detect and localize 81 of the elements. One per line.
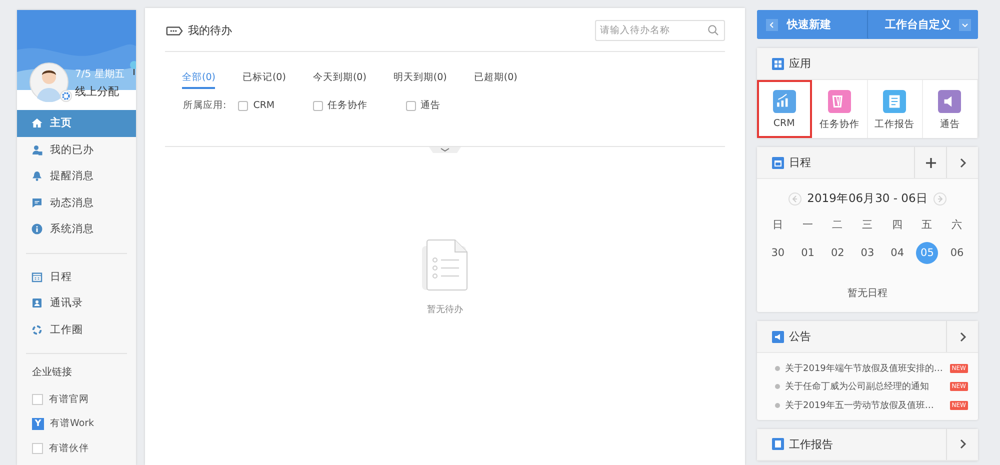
nav-item[interactable]: 我的已办	[17, 136, 136, 163]
empty-message: 暂无日程	[846, 286, 888, 301]
app-tile[interactable]: CRM	[757, 80, 812, 138]
next-week-icon	[932, 192, 947, 206]
calendar-day[interactable]: 02	[826, 242, 849, 264]
calendar-day[interactable]: 01	[796, 242, 819, 264]
checkbox-label: 任务协作	[328, 99, 368, 112]
filter-tab[interactable]: 今天到期(0)	[312, 70, 366, 89]
avatar	[29, 62, 69, 102]
blank-icon	[32, 394, 43, 405]
user-name: 线上分配	[75, 84, 120, 99]
filter-tab[interactable]: 已超期(0)	[474, 70, 518, 89]
notice-link[interactable]: 关于2019年端午节放假及值班安排的…	[785, 362, 945, 375]
calendar-day[interactable]: 04	[886, 242, 908, 264]
weekday-label: 二	[832, 218, 844, 232]
chevron-left-icon	[766, 18, 778, 30]
bullet-icon	[775, 402, 780, 408]
card-title: 工作报告	[789, 436, 833, 452]
panel-title: 我的待办	[188, 23, 232, 38]
calendar-day[interactable]: 30	[766, 242, 789, 264]
app-tile[interactable]: 任务协作	[812, 80, 868, 138]
link[interactable]: 有谱官网	[49, 392, 89, 406]
logo-icon: Y	[32, 418, 44, 430]
report-icon	[772, 438, 784, 450]
weekday-label: 一	[802, 218, 814, 232]
nav-item[interactable]: 工作圈	[17, 316, 136, 343]
search-icon	[707, 24, 720, 37]
weekday-label: 日	[772, 218, 784, 232]
search-field[interactable]: 请输入待办名称	[595, 20, 725, 41]
weekday-label: 三	[862, 218, 873, 232]
calendar-day[interactable]: 03	[856, 242, 878, 264]
pin-icon	[130, 61, 136, 76]
plus-icon	[924, 156, 936, 168]
person-icon	[31, 144, 43, 156]
weekday-label: 四	[892, 218, 903, 232]
notice-link[interactable]: 关于2019年五一劳动节放假及值班…	[785, 398, 945, 412]
ring-icon	[31, 324, 43, 336]
week-range: 2019年06月30 - 06日	[807, 191, 928, 206]
filter-tab[interactable]: 明天到期(0)	[393, 70, 447, 89]
weekday-label: 六	[952, 218, 963, 232]
nav-item[interactable]: 通讯录	[17, 290, 136, 316]
checkbox-label: CRM	[253, 100, 275, 111]
checkbox-label: 通告	[420, 99, 441, 112]
bullet-icon	[775, 366, 780, 371]
bullet-icon	[775, 384, 780, 390]
nav-item[interactable]: 动态消息	[17, 190, 136, 216]
nav-item[interactable]: 系统消息	[17, 216, 136, 242]
notice-link[interactable]: 关于任命丁威为公司副总经理的通知	[785, 380, 945, 394]
message-tag-icon	[165, 24, 183, 38]
app-tile[interactable]: 工作报告	[868, 80, 923, 138]
home-icon	[31, 117, 43, 130]
card-title: 日程	[789, 155, 811, 170]
chevron-down-icon	[959, 18, 971, 30]
weekday-label: 五	[922, 218, 933, 232]
empty-message: 暂无待办	[427, 304, 463, 316]
checkbox[interactable]	[238, 100, 248, 110]
chat-icon	[31, 196, 43, 209]
app-tile[interactable]: 通告	[922, 80, 978, 138]
calendar-day[interactable]: 06	[946, 242, 968, 264]
nav-item[interactable]: 日程	[17, 264, 136, 290]
date-label: 7/5 星期五	[75, 68, 124, 81]
nav-item[interactable]: 提醒消息	[17, 163, 136, 190]
previous-week-icon	[788, 192, 802, 206]
card-title: 应用	[789, 56, 811, 71]
link[interactable]: 有谱Work	[50, 417, 94, 430]
grid-icon	[772, 58, 784, 70]
card-title: 公告	[789, 329, 811, 344]
link[interactable]: 有谱伙伴	[49, 442, 89, 455]
contact-card-icon	[31, 297, 43, 310]
speaker-icon	[772, 330, 784, 342]
section-title: 企业链接	[31, 366, 73, 380]
filter-label: 所属应用:	[183, 99, 226, 112]
calendar-icon	[31, 270, 43, 283]
filter-tab[interactable]: 全部(0)	[182, 70, 216, 89]
calendar-icon	[772, 156, 784, 168]
checkbox[interactable]	[406, 100, 416, 110]
blank-icon	[32, 442, 43, 454]
info-icon	[31, 223, 43, 236]
bell-icon	[31, 170, 43, 182]
filter-tab[interactable]: 已标记(0)	[242, 70, 286, 89]
checkbox[interactable]	[312, 100, 323, 110]
